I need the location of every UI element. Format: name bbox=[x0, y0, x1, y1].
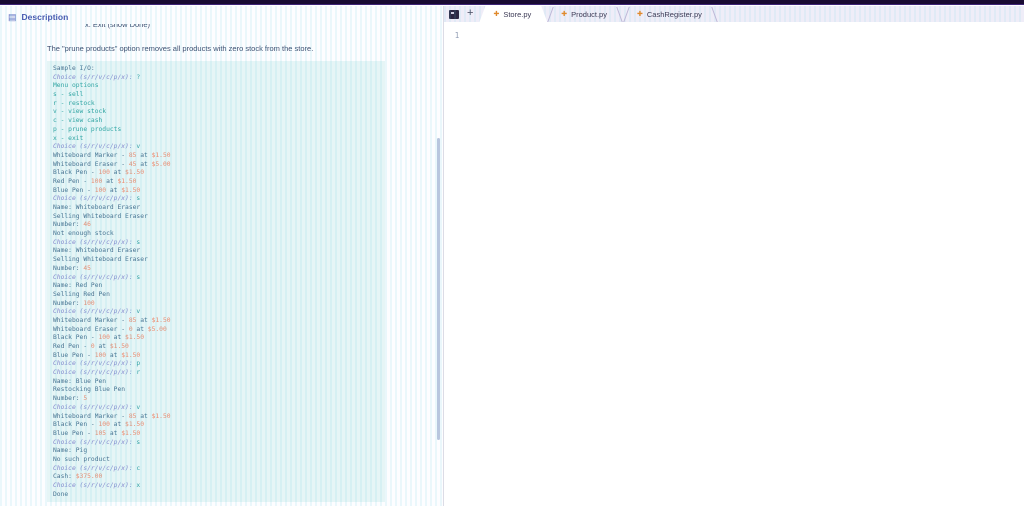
editor-tabbar: + ✚ Store.py ✚ Product.py ✚ CashRegister… bbox=[444, 6, 1024, 22]
sample-io-line: Name: Red Pen bbox=[53, 282, 103, 290]
sample-io-line: Black Pen - 100 at $1.50 bbox=[53, 334, 145, 342]
sample-io-line: Choice (s/r/v/c/p/x): c bbox=[53, 464, 141, 472]
sample-io-line: Number: 5 bbox=[53, 395, 88, 403]
python-file-icon: ✚ bbox=[636, 10, 643, 18]
sample-io-line: Choice (s/r/v/c/p/x): v bbox=[53, 308, 141, 316]
sample-io-line: Restocking Blue Pen bbox=[53, 386, 126, 394]
sample-io-line: v - view stock bbox=[53, 108, 107, 116]
tab-right-edge bbox=[711, 7, 718, 22]
sample-io-line: Black Pen - 100 at $1.50 bbox=[53, 169, 145, 177]
intro-paragraph: The "prune products" option removes all … bbox=[47, 44, 314, 53]
tab-label: CashRegister.py bbox=[646, 9, 702, 19]
sample-io-line: Red Pen - 100 at $1.50 bbox=[53, 177, 137, 185]
sample-io-line: Name: Blue Pen bbox=[53, 377, 107, 385]
new-tab-button[interactable]: + bbox=[465, 7, 479, 21]
sample-io-line: Not enough stock bbox=[53, 230, 114, 238]
sample-io-line: Choice (s/r/v/c/p/x): v bbox=[53, 403, 141, 411]
sample-io-line: Choice (s/r/v/c/p/x): ? bbox=[53, 73, 141, 81]
sample-io-line: Whiteboard Marker - 85 at $1.50 bbox=[53, 412, 171, 420]
description-title: Description bbox=[21, 12, 69, 22]
tab-label: Product.py bbox=[571, 9, 607, 19]
main-layout: ▤ Description x. Exit (show Done) The "p… bbox=[0, 6, 1024, 506]
tab-label: Store.py bbox=[503, 9, 532, 19]
tab-left-edge bbox=[623, 7, 630, 22]
sample-io-line: Whiteboard Marker - 85 at $1.50 bbox=[53, 151, 171, 159]
sample-io-line: Cash: $375.00 bbox=[53, 473, 103, 481]
sample-io-line: Choice (s/r/v/c/p/x): s bbox=[53, 195, 141, 203]
scrolled-content-clip: x. Exit (show Done) bbox=[85, 24, 443, 33]
sample-io-line: Done bbox=[53, 490, 69, 498]
sample-io-line: Choice (s/r/v/c/p/x): r bbox=[53, 369, 141, 377]
sample-io-line: r - restock bbox=[53, 99, 95, 107]
sample-io-line: x - exit bbox=[53, 134, 84, 142]
description-header: ▤ Description bbox=[0, 6, 443, 24]
sample-io-line: Red Pen - 0 at $1.50 bbox=[53, 343, 129, 350]
clipped-list-item: x. Exit (show Done) bbox=[85, 24, 151, 29]
sample-io-line: p - prune products bbox=[53, 125, 122, 133]
tab-cashregister-py[interactable]: ✚ CashRegister.py bbox=[623, 6, 718, 22]
description-icon: ▤ bbox=[8, 11, 17, 22]
code-editor[interactable]: 1 bbox=[444, 22, 1024, 506]
tab-right-edge bbox=[616, 7, 623, 22]
sample-io-line: Choice (s/r/v/c/p/x): s bbox=[53, 273, 141, 281]
sample-io-line: Choice (s/r/v/c/p/x): s bbox=[53, 238, 141, 246]
python-file-icon: ✚ bbox=[493, 10, 500, 18]
sample-io-line: Name: Whiteboard Eraser bbox=[53, 247, 141, 255]
top-window-strip bbox=[0, 0, 1024, 5]
python-file-icon: ✚ bbox=[561, 10, 568, 18]
sample-io-line: Blue Pen - 100 at $1.50 bbox=[53, 186, 141, 194]
sample-io-line: Selling Whiteboard Eraser bbox=[53, 256, 148, 264]
description-panel: ▤ Description x. Exit (show Done) The "p… bbox=[0, 6, 443, 506]
sample-io-line: Whiteboard Eraser - 45 at $5.00 bbox=[53, 160, 171, 168]
sample-io-line: Menu options bbox=[53, 82, 99, 90]
sample-io-line: Number: 45 bbox=[53, 264, 91, 272]
sample-io-line: Name: Pig bbox=[53, 447, 88, 455]
sample-io-line: c - view cash bbox=[53, 117, 103, 125]
line-number-gutter: 1 bbox=[444, 22, 470, 43]
sample-io-line: Whiteboard Eraser - 0 at $5.00 bbox=[53, 325, 167, 333]
sample-io-line: s - sell bbox=[53, 91, 84, 99]
sample-io-line: Selling Whiteboard Eraser bbox=[53, 212, 148, 220]
sample-io-line: Choice (s/r/v/c/p/x): s bbox=[53, 438, 141, 446]
sample-io-block: Sample I/O: Choice (s/r/v/c/p/x): ? Menu o… bbox=[47, 61, 385, 503]
sample-io-line: Black Pen - 100 at $1.50 bbox=[53, 421, 145, 429]
sample-io-line: Blue Pen - 105 at $1.50 bbox=[53, 429, 141, 437]
description-scrollbar-thumb[interactable] bbox=[437, 138, 440, 440]
sample-io-line: Name: Whiteboard Eraser bbox=[53, 204, 141, 211]
sample-io-line: Number: 100 bbox=[53, 299, 95, 307]
sample-io-line: Blue Pen - 100 at $1.50 bbox=[53, 351, 141, 359]
sample-io-line: Choice (s/r/v/c/p/x): v bbox=[53, 143, 141, 151]
sample-io-line: Choice (s/r/v/c/p/x): x bbox=[53, 482, 141, 489]
line-number: 1 bbox=[454, 31, 460, 40]
sample-io-line: Selling Red Pen bbox=[53, 290, 110, 298]
editor-panel: + ✚ Store.py ✚ Product.py ✚ CashRegister… bbox=[444, 6, 1024, 506]
sample-io-line: Whiteboard Marker - 85 at $1.50 bbox=[53, 316, 171, 324]
sample-io-line: Sample I/O: bbox=[53, 65, 95, 72]
console-toggle-icon[interactable] bbox=[449, 9, 459, 19]
code-area[interactable] bbox=[470, 22, 1024, 506]
sample-io-line: Choice (s/r/v/c/p/x): p bbox=[53, 360, 141, 368]
tab-left-edge bbox=[547, 7, 554, 22]
sample-io-line: No such product bbox=[53, 455, 110, 463]
tab-product-py[interactable]: ✚ Product.py bbox=[547, 6, 623, 22]
tab-store-py[interactable]: ✚ Store.py bbox=[479, 6, 547, 22]
sample-io-line: Number: 46 bbox=[53, 221, 91, 229]
